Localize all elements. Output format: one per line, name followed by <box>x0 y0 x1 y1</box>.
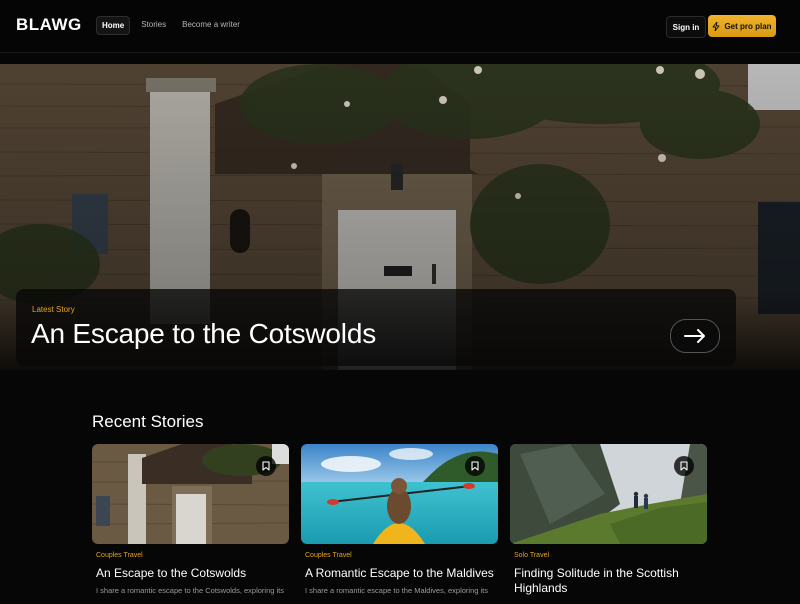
get-pro-button[interactable]: Get pro plan <box>708 15 776 37</box>
bookmark-button[interactable] <box>465 456 485 476</box>
bookmark-icon <box>471 461 479 471</box>
bookmark-button[interactable] <box>256 456 276 476</box>
hero-title[interactable]: An Escape to the Cotswolds <box>31 318 376 350</box>
top-nav: BLAWG Home Stories Become a writer Sign … <box>0 0 800 53</box>
card-excerpt: I share a romantic escape to the Maldive… <box>305 586 489 595</box>
bookmark-icon <box>262 461 270 471</box>
nav-stories[interactable]: Stories <box>136 16 171 35</box>
card-title[interactable]: A Romantic Escape to the Maldives <box>305 566 497 581</box>
hero-tag: Latest Story <box>32 305 75 314</box>
card-category: Couples Travel <box>96 552 143 559</box>
recent-stories-title: Recent Stories <box>92 412 204 431</box>
hero-read-button[interactable] <box>670 319 720 353</box>
nav-home[interactable]: Home <box>96 16 131 35</box>
card-excerpt: I share a romantic escape to the Cotswol… <box>96 586 285 595</box>
story-card[interactable]: Couples Travel A Romantic Escape to the … <box>301 444 498 604</box>
nav-become-writer[interactable]: Become a writer <box>177 16 245 35</box>
card-category: Solo Travel <box>514 552 550 559</box>
story-card[interactable]: Solo Travel Finding Solitude in the Scot… <box>510 444 707 604</box>
signin-button[interactable]: Sign in <box>666 16 706 38</box>
card-title[interactable]: An Escape to the Cotswolds <box>96 566 288 581</box>
bookmark-button[interactable] <box>674 456 694 476</box>
bookmark-icon <box>680 461 688 471</box>
lightning-icon <box>712 21 720 31</box>
card-category: Couples Travel <box>305 552 352 559</box>
get-pro-label: Get pro plan <box>724 21 772 31</box>
story-card[interactable]: Couples Travel An Escape to the Cotswold… <box>92 444 289 604</box>
arrow-right-icon <box>684 329 705 343</box>
nav-links: Home Stories Become a writer <box>96 16 245 35</box>
signin-label: Sign in <box>672 22 700 32</box>
card-title[interactable]: Finding Solitude in the Scottish Highlan… <box>514 566 706 596</box>
logo[interactable]: BLAWG <box>16 15 82 35</box>
